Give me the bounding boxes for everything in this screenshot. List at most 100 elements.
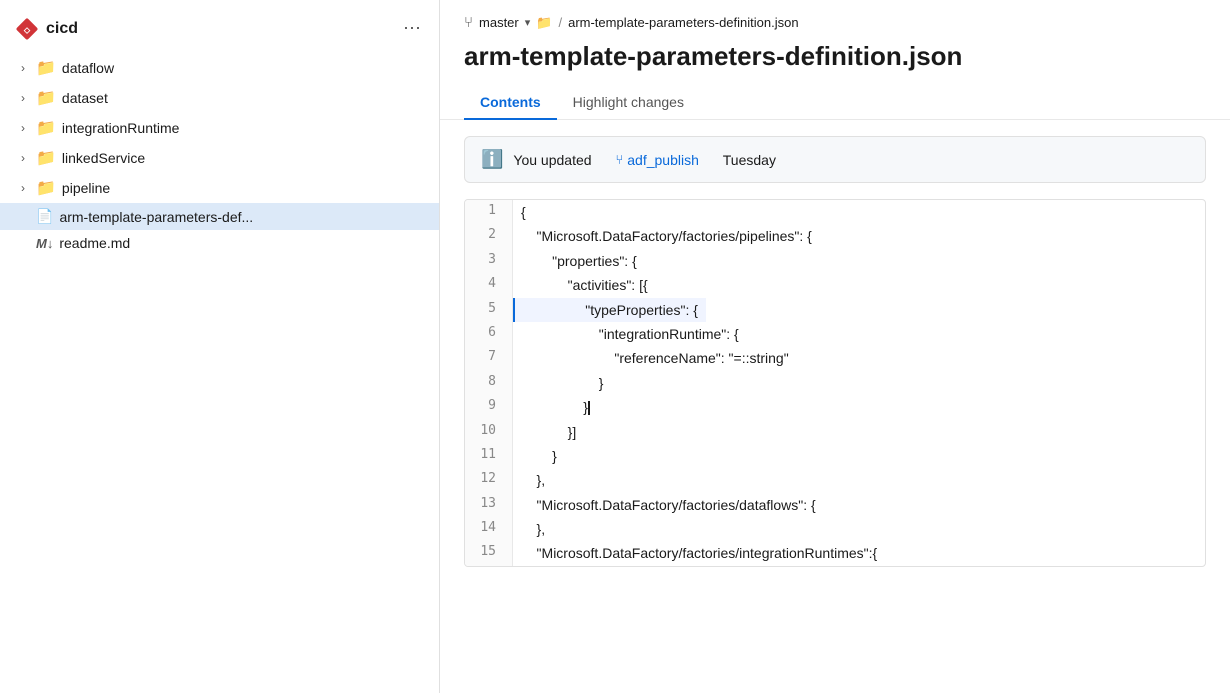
svg-text:⬦: ⬦	[23, 25, 31, 35]
breadcrumb-separator: /	[558, 15, 562, 30]
folder-icon: 📁	[36, 58, 56, 78]
text-cursor	[588, 401, 590, 415]
banner-text-after: Tuesday	[723, 152, 776, 168]
tabs-bar: Contents Highlight changes	[464, 86, 1206, 119]
sidebar-item-label: readme.md	[59, 235, 130, 251]
code-line: 11 }	[465, 444, 1205, 468]
sidebar-item-label: integrationRuntime	[62, 120, 180, 136]
line-content: }]	[513, 420, 584, 444]
line-number: 1	[465, 200, 513, 224]
banner-text-before: You updated	[513, 152, 591, 168]
sidebar-item-readme[interactable]: M↓ readme.md	[0, 230, 439, 256]
code-container: 1{2 "Microsoft.DataFactory/factories/pip…	[464, 199, 1206, 567]
line-number: 6	[465, 322, 513, 346]
folder-icon: 📁	[36, 178, 56, 198]
folder-breadcrumb-icon: 📁	[536, 15, 552, 31]
folder-icon: 📁	[36, 88, 56, 108]
code-line: 5 "typeProperties": {	[465, 298, 1205, 322]
folder-icon: 📁	[36, 148, 56, 168]
sidebar-tree: › 📁 dataflow › 📁 dataset › 📁 integration…	[0, 53, 439, 693]
markdown-icon: M↓	[36, 236, 53, 251]
sidebar-item-label: dataset	[62, 90, 108, 106]
code-line: 4 "activities": [{	[465, 273, 1205, 297]
line-number: 15	[465, 541, 513, 565]
line-number: 5	[465, 298, 513, 322]
line-content: "Microsoft.DataFactory/factories/dataflo…	[513, 493, 824, 517]
chevron-icon: ›	[16, 151, 30, 165]
line-content: "Microsoft.DataFactory/factories/pipelin…	[513, 224, 820, 248]
line-number: 10	[465, 420, 513, 444]
git-branch-icon: ⑂	[464, 14, 473, 31]
line-number: 13	[465, 493, 513, 517]
file-title: arm-template-parameters-definition.json	[464, 41, 1206, 72]
file-icon: 📄	[36, 208, 53, 225]
sidebar-item-label: pipeline	[62, 180, 110, 196]
repo-icon: ⬦	[16, 18, 38, 40]
sidebar-item-linkedservice[interactable]: › 📁 linkedService	[0, 143, 439, 173]
line-content: "referenceName": "=::string"	[513, 346, 797, 370]
sidebar-item-label: linkedService	[62, 150, 145, 166]
chevron-icon: ›	[16, 61, 30, 75]
code-line: 9 }	[465, 395, 1205, 419]
folder-icon: 📁	[36, 118, 56, 138]
line-number: 2	[465, 224, 513, 248]
branch-link[interactable]: ⑂ adf_publish	[615, 152, 698, 168]
code-line: 7 "referenceName": "=::string"	[465, 346, 1205, 370]
line-number: 8	[465, 371, 513, 395]
code-line: 1{	[465, 200, 1205, 224]
main-content: ⑂ master ▾ 📁 / arm-template-parameters-d…	[440, 0, 1230, 693]
banner-branch-name: adf_publish	[627, 152, 699, 168]
line-number: 14	[465, 517, 513, 541]
code-line: 6 "integrationRuntime": {	[465, 322, 1205, 346]
line-content: },	[513, 517, 553, 541]
chevron-icon: ›	[16, 121, 30, 135]
line-content: }	[513, 444, 565, 468]
code-line: 2 "Microsoft.DataFactory/factories/pipel…	[465, 224, 1205, 248]
main-header: ⑂ master ▾ 📁 / arm-template-parameters-d…	[440, 0, 1230, 120]
breadcrumb-filename: arm-template-parameters-definition.json	[568, 15, 798, 30]
chevron-down-icon: ▾	[525, 16, 531, 29]
line-content: "typeProperties": {	[513, 298, 706, 322]
line-content: }	[513, 395, 598, 419]
repo-name: cicd	[46, 20, 78, 38]
ellipsis-button[interactable]: ⋯	[397, 16, 427, 41]
line-content: },	[513, 468, 553, 492]
line-content: "integrationRuntime": {	[513, 322, 747, 346]
line-content: "Microsoft.DataFactory/factories/integra…	[513, 541, 885, 565]
code-line: 12 },	[465, 468, 1205, 492]
line-content: {	[513, 200, 534, 224]
info-icon: ℹ️	[481, 149, 503, 170]
line-content: }	[513, 371, 611, 395]
sidebar-item-dataflow[interactable]: › 📁 dataflow	[0, 53, 439, 83]
code-line: 14 },	[465, 517, 1205, 541]
line-content: "properties": {	[513, 249, 645, 273]
code-line: 10 }]	[465, 420, 1205, 444]
line-number: 11	[465, 444, 513, 468]
sidebar-header: ⬦ cicd ⋯	[0, 8, 439, 49]
line-number: 3	[465, 249, 513, 273]
code-line: 3 "properties": {	[465, 249, 1205, 273]
git-branch-small-icon: ⑂	[615, 152, 623, 167]
sidebar-item-label: arm-template-parameters-def...	[59, 209, 253, 225]
sidebar-item-integrationruntime[interactable]: › 📁 integrationRuntime	[0, 113, 439, 143]
line-number: 9	[465, 395, 513, 419]
repo-header-left: ⬦ cicd	[16, 18, 78, 40]
line-content: "activities": [{	[513, 273, 656, 297]
chevron-icon: ›	[16, 181, 30, 195]
code-lines: 1{2 "Microsoft.DataFactory/factories/pip…	[465, 200, 1205, 566]
tab-contents[interactable]: Contents	[464, 86, 557, 120]
chevron-icon: ›	[16, 91, 30, 105]
content-area: ℹ️ You updated ⑂ adf_publish Tuesday 1{2…	[440, 120, 1230, 693]
line-number: 4	[465, 273, 513, 297]
update-banner: ℹ️ You updated ⑂ adf_publish Tuesday	[464, 136, 1206, 183]
code-line: 8 }	[465, 371, 1205, 395]
sidebar-item-dataset[interactable]: › 📁 dataset	[0, 83, 439, 113]
sidebar: ⬦ cicd ⋯ › 📁 dataflow › 📁 dataset › 📁 in…	[0, 0, 440, 693]
code-line: 13 "Microsoft.DataFactory/factories/data…	[465, 493, 1205, 517]
sidebar-item-arm-template[interactable]: 📄 arm-template-parameters-def...	[0, 203, 439, 230]
sidebar-item-pipeline[interactable]: › 📁 pipeline	[0, 173, 439, 203]
code-line: 15 "Microsoft.DataFactory/factories/inte…	[465, 541, 1205, 565]
branch-name[interactable]: master	[479, 15, 519, 30]
line-number: 7	[465, 346, 513, 370]
tab-highlight-changes[interactable]: Highlight changes	[557, 86, 700, 120]
